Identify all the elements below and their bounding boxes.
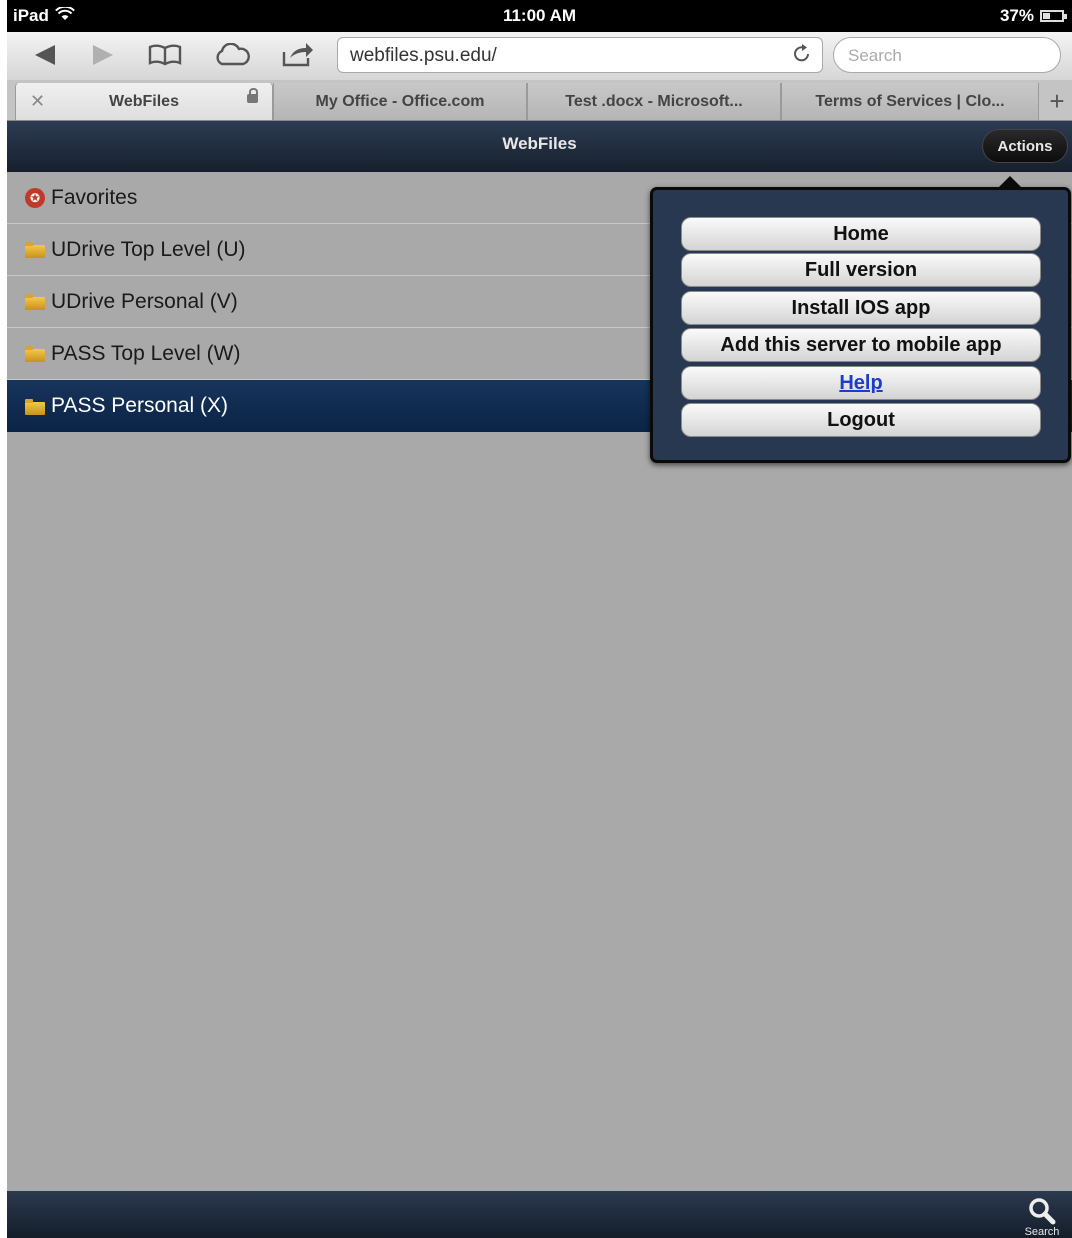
search-button[interactable]: Search [1020,1197,1064,1238]
folder-icon [25,242,45,258]
bookmarks-icon[interactable] [145,38,185,72]
bottom-bar: Search [7,1191,1072,1238]
list-item-label: PASS Personal (X) [51,394,229,417]
app-header: WebFiles Actions [7,121,1072,172]
tab-bar: ✕ WebFiles My Office - Office.com Test .… [7,80,1072,121]
browser-toolbar: webfiles.psu.edu/ Search [7,32,1072,81]
folder-icon [25,346,45,362]
folder-icon [25,294,45,310]
list-item-label: UDrive Top Level (U) [51,237,246,261]
battery-icon [1040,10,1067,22]
actions-popover: Home Full version Install IOS app Add th… [650,176,1071,463]
search-label: Search [1024,1226,1060,1238]
back-icon[interactable] [25,38,65,72]
tab-terms-of-services[interactable]: Terms of Services | Clo... [781,83,1039,120]
close-tab-icon[interactable]: ✕ [30,91,45,112]
search-placeholder: Search [848,46,902,65]
favorites-icon: ✪ [25,187,45,208]
new-tab-icon[interactable]: + [1042,83,1072,120]
tab-my-office[interactable]: My Office - Office.com [273,83,527,120]
tab-label: My Office - Office.com [315,92,485,110]
tab-webfiles[interactable]: ✕ WebFiles [15,83,273,120]
tab-label: Test .docx - Microsoft... [565,92,743,110]
home-button[interactable]: Home [681,217,1041,251]
address-bar[interactable]: webfiles.psu.edu/ [337,37,823,73]
list-item-label: UDrive Personal (V) [51,289,238,313]
logout-button[interactable]: Logout [681,403,1041,437]
reload-icon[interactable] [792,43,812,71]
share-icon[interactable] [277,38,317,72]
lock-icon [247,88,258,103]
actions-button[interactable]: Actions [982,129,1068,163]
tab-test-docx[interactable]: Test .docx - Microsoft... [527,83,781,120]
list-item-label: PASS Top Level (W) [51,341,241,365]
url-text: webfiles.psu.edu/ [350,45,497,66]
list-item-label: Favorites [51,185,138,209]
icloud-icon[interactable] [212,38,252,72]
tab-label: Terms of Services | Clo... [815,92,1005,110]
folder-icon [25,398,45,415]
tab-label: WebFiles [109,92,179,110]
install-ios-app-button[interactable]: Install IOS app [681,291,1041,325]
help-link[interactable]: Help [839,372,882,395]
full-version-button[interactable]: Full version [681,253,1041,287]
status-bar: iPad 11:00 AM 37% [7,0,1072,32]
clock: 11:00 AM [502,6,577,25]
battery-percent: 37% [999,6,1034,25]
help-button[interactable]: Help [681,366,1041,400]
add-server-to-mobile-app-button[interactable]: Add this server to mobile app [681,328,1041,362]
page-title: WebFiles [502,134,577,153]
search-field[interactable]: Search [833,37,1061,73]
forward-icon[interactable] [83,38,123,72]
popover-arrow [996,176,1024,190]
